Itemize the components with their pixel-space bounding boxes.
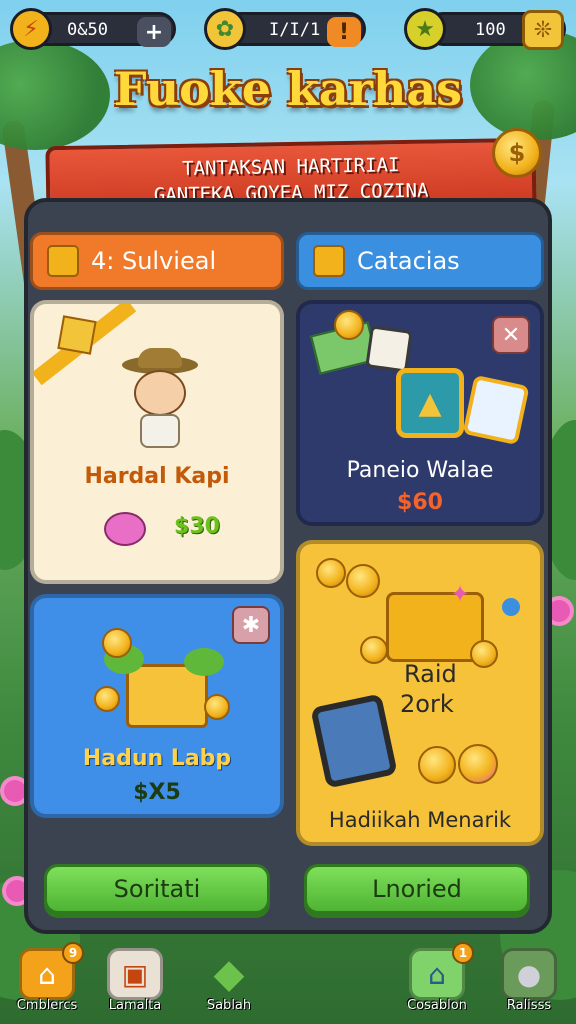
- coin-icon: [316, 558, 346, 588]
- coin-icon: [418, 746, 456, 784]
- nav-item-home[interactable]: ⌂ 9 Cmblercs: [14, 942, 84, 1018]
- coin-icon: [94, 686, 120, 712]
- nav-label-chest: Lamalta: [108, 998, 162, 1013]
- nav-label-shop: Cosablon: [407, 998, 467, 1013]
- gems-value: I/I/1: [269, 20, 321, 40]
- green-gem-icon: ◆: [213, 951, 245, 997]
- nav-item-shop[interactable]: ⌂ 1 Cosablon: [404, 942, 474, 1018]
- shop-item-pack[interactable]: ✕ ▲ Paneio Walae $60: [296, 300, 544, 526]
- pack-item-price: $60: [397, 490, 443, 515]
- nav-item-chest[interactable]: ▣ Lamalta: [102, 948, 168, 1018]
- gold-item-name-1: Raid: [404, 660, 457, 688]
- nav-item-gem[interactable]: ◆ Sablah: [196, 948, 262, 1018]
- notification-badge: 1: [452, 942, 474, 964]
- nav-label-koala: Ralisss: [506, 998, 552, 1013]
- lightning-icon: ⚡: [10, 8, 52, 50]
- coin-icon: [360, 636, 388, 664]
- chest-icon: ▣: [107, 948, 163, 1000]
- shop-item-gold-bundle[interactable]: ✦ Raid 2ork Hadiikah Menarik: [296, 540, 544, 846]
- gold-item-name-2: 2ork: [400, 690, 454, 718]
- coin-icon: [470, 640, 498, 668]
- energy-add-button[interactable]: +: [137, 17, 171, 47]
- resource-bar: 0&50 + ⚡ I/I/1 ! ✿ 100 ★ ❊: [8, 8, 568, 52]
- energy-value: 0&50: [67, 20, 108, 40]
- dollar-coin-icon: $: [492, 128, 542, 178]
- sparkle-icon: ✦: [450, 580, 471, 608]
- hero-item-name: Hardal Kapi: [84, 464, 230, 489]
- lnoried-button[interactable]: Lnoried: [304, 864, 530, 914]
- shop-item-hero[interactable]: Hardal Kapi $30: [30, 300, 284, 584]
- gold-block-icon: [313, 245, 345, 277]
- leaf-gem-icon: ✿: [204, 8, 246, 50]
- tab-categories-label: Catacias: [357, 247, 460, 275]
- close-icon[interactable]: ✕: [492, 316, 530, 354]
- gold-item-caption: Hadiikah Menarik: [328, 808, 512, 832]
- nav-label-home: Cmblercs: [16, 998, 78, 1013]
- tab-survival[interactable]: 4: Sulvieal: [30, 232, 284, 290]
- puzzle-icon[interactable]: ❊: [522, 10, 564, 50]
- blue-gem-icon: [502, 598, 520, 616]
- cheese-item-price: $X5: [133, 780, 181, 805]
- tablet-icon: [310, 693, 398, 789]
- soritati-button[interactable]: Soritati: [44, 864, 270, 914]
- coin-icon: [346, 564, 380, 598]
- nav-label-gem: Sablah: [206, 998, 252, 1013]
- hero-item-price: $30: [174, 514, 220, 539]
- stars-value: 100: [475, 20, 506, 40]
- cheese-item-name: Hadun Labp: [82, 746, 232, 771]
- leaves-icon: [184, 648, 224, 676]
- coin-icon: [458, 744, 498, 784]
- add-icon[interactable]: ✱: [232, 606, 270, 644]
- tab-categories[interactable]: Catacias: [296, 232, 544, 290]
- gold-gem-icon: [57, 315, 97, 355]
- explorer-character: [116, 348, 204, 452]
- tab-survival-label: 4: Sulvieal: [91, 247, 217, 275]
- pack-item-name: Paneio Walae: [346, 458, 494, 483]
- game-title: Fuoke karhas: [113, 62, 463, 116]
- coin-icon: [334, 310, 364, 340]
- gold-block-icon: [47, 245, 79, 277]
- nav-item-koala[interactable]: ● Ralisss: [496, 948, 562, 1018]
- shop-item-cheese[interactable]: ✱ Hadun Labp $X5: [30, 594, 284, 818]
- koala-icon: ●: [501, 948, 557, 1000]
- coin-icon: [102, 628, 132, 658]
- star-creature-icon: ★: [404, 8, 446, 50]
- coin-card-icon: [462, 374, 530, 446]
- notification-badge: 9: [62, 942, 84, 964]
- character-portrait-icon: [365, 325, 413, 373]
- coin-icon: [204, 694, 230, 720]
- gold-card-icon: ▲: [396, 368, 464, 438]
- gems-info-button[interactable]: !: [327, 17, 361, 47]
